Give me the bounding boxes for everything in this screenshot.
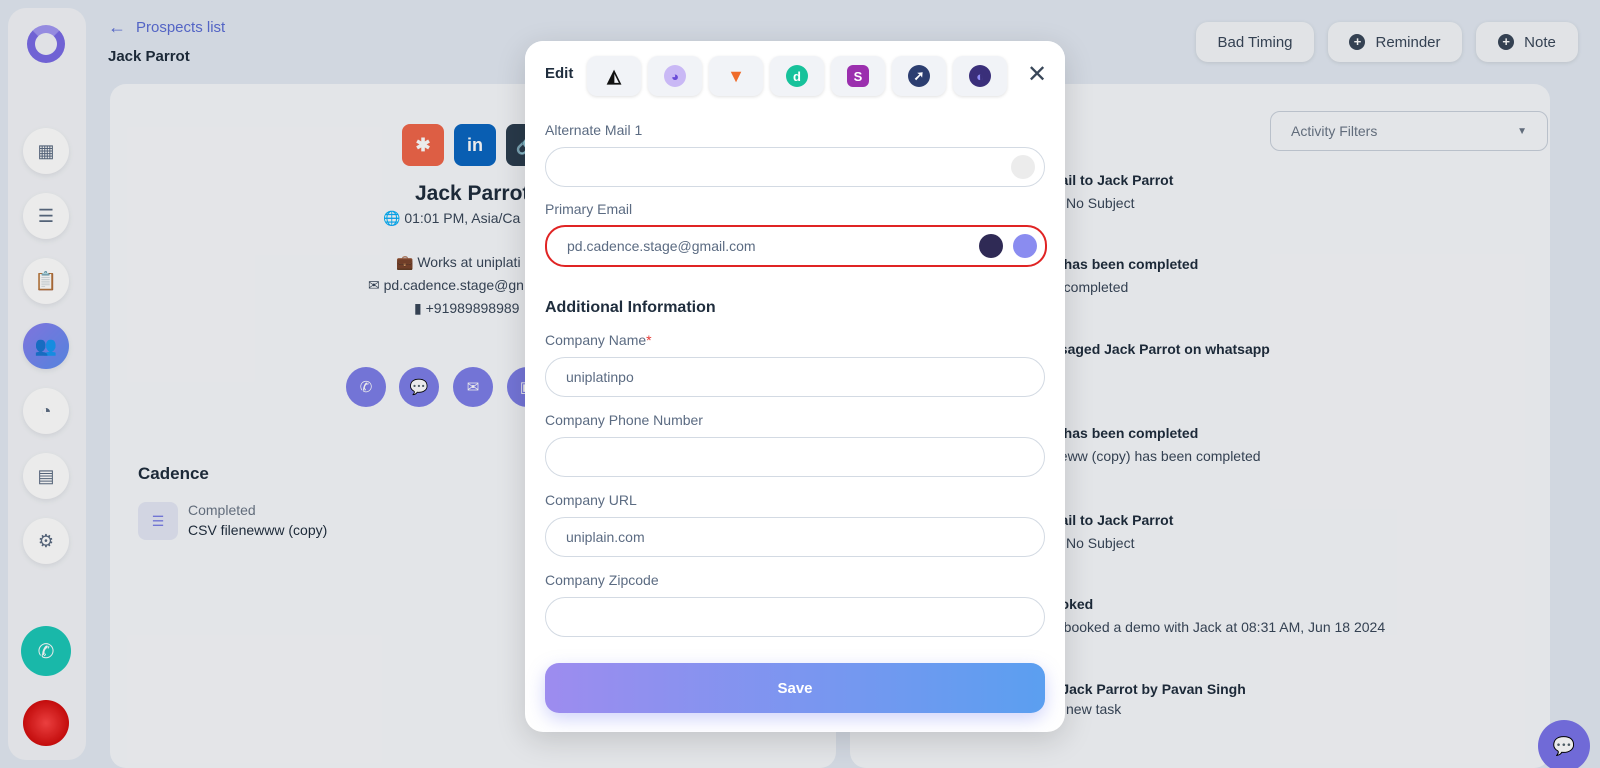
verify-status-icon [1013, 234, 1037, 258]
primary-email-value: pd.cadence.stage@gmail.com [567, 238, 756, 254]
integration-tab-5[interactable]: S [831, 56, 885, 96]
alternate-mail-input[interactable] [545, 147, 1045, 187]
save-button[interactable]: Save [545, 663, 1045, 713]
integration-tab-7[interactable]: ◐ [953, 56, 1007, 96]
lusha-icon[interactable] [979, 234, 1003, 258]
company-zipcode-label: Company Zipcode [545, 572, 659, 588]
company-name-value: uniplatinpo [566, 369, 634, 385]
integration-tab-3[interactable]: ▼ [709, 56, 763, 96]
verify-status-icon [1011, 155, 1035, 179]
integration-tab-2[interactable]: ◕ [648, 56, 702, 96]
rocket-icon: ➚ [908, 65, 930, 87]
lusha-icon: ◐ [969, 65, 991, 87]
edit-prospect-modal: Emails Edit ◭ ◕ ▼ d S ➚ ◐ ✕ Alternate Ma… [525, 41, 1065, 732]
company-phone-input[interactable] [545, 437, 1045, 477]
penguin-icon: ◕ [664, 65, 686, 87]
company-name-label: Company Name* [545, 332, 652, 348]
integration-tab-1[interactable]: ◭ [587, 56, 641, 96]
fox-icon: ▼ [727, 65, 745, 86]
bird-icon: ◭ [607, 65, 621, 86]
modal-title: Edit [545, 65, 574, 82]
s-logo-icon: S [847, 65, 869, 87]
modal-header: Edit ◭ ◕ ▼ d S ➚ ◐ ✕ [525, 41, 1065, 107]
company-url-input[interactable]: uniplain.com [545, 517, 1045, 557]
company-zipcode-input[interactable] [545, 597, 1045, 637]
company-name-label-text: Company Name [545, 332, 647, 348]
required-asterisk: * [646, 332, 652, 348]
integration-tab-6[interactable]: ➚ [892, 56, 946, 96]
company-url-label: Company URL [545, 492, 637, 508]
additional-info-title: Additional Information [545, 299, 716, 316]
close-icon[interactable]: ✕ [1022, 59, 1052, 89]
primary-email-input[interactable]: pd.cadence.stage@gmail.com [545, 225, 1047, 267]
d-logo-icon: d [786, 65, 808, 87]
integration-tab-4[interactable]: d [770, 56, 824, 96]
company-phone-label: Company Phone Number [545, 412, 703, 428]
company-name-input[interactable]: uniplatinpo [545, 357, 1045, 397]
primary-email-label: Primary Email [545, 201, 633, 217]
alternate-mail-label: Alternate Mail 1 [545, 122, 643, 138]
company-url-value: uniplain.com [566, 529, 645, 545]
